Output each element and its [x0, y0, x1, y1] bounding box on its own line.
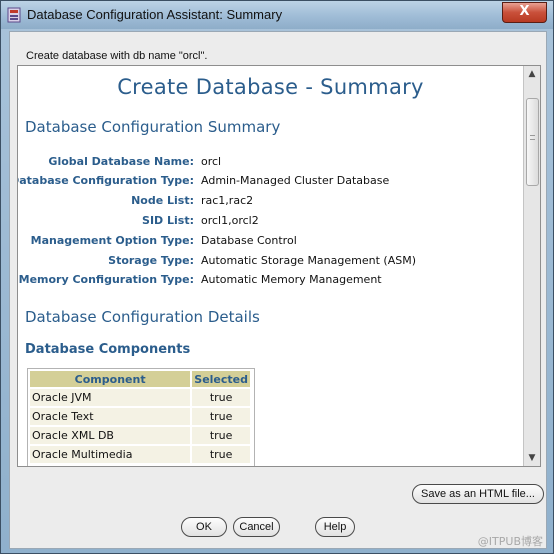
scroll-down-icon[interactable]: ▼	[526, 452, 538, 464]
component-cell: Oracle JVM	[30, 389, 191, 406]
table-row: Oracle JVM true	[30, 389, 250, 406]
field-label: Node List:	[131, 194, 194, 207]
help-button[interactable]: Help	[315, 517, 355, 537]
field-value: rac1,rac2	[201, 194, 254, 207]
selected-cell: true	[192, 408, 250, 425]
components-table: Component Selected Oracle JVM true Oracl…	[27, 368, 255, 466]
field-value: orcl1,orcl2	[201, 214, 259, 227]
database-app-icon	[7, 7, 21, 23]
field-value: Database Control	[201, 234, 297, 247]
summary-field: Node List: rac1,rac2	[18, 194, 523, 210]
title-bar[interactable]: Database Configuration Assistant: Summar…	[1, 1, 553, 29]
summary-field: Memory Configuration Type: Automatic Mem…	[18, 273, 523, 289]
field-label: SID List:	[142, 214, 194, 227]
column-header-selected: Selected	[192, 371, 250, 387]
page-title: Create Database - Summary	[117, 75, 424, 99]
column-header-component: Component	[30, 371, 191, 387]
dialog-body: Create database with db name "orcl". Cre…	[9, 31, 547, 549]
vertical-scrollbar[interactable]: ▲ ▼	[523, 66, 540, 466]
dialog-window: Database Configuration Assistant: Summar…	[0, 0, 554, 554]
window-title: Database Configuration Assistant: Summar…	[27, 7, 283, 22]
scroll-up-icon[interactable]: ▲	[526, 68, 538, 80]
field-label: Management Option Type:	[30, 234, 194, 247]
summary-field: SID List: orcl1,orcl2	[18, 214, 523, 230]
close-button[interactable]: X	[502, 2, 547, 23]
details-title: Database Configuration Details	[25, 308, 260, 326]
save-as-html-button[interactable]: Save as an HTML file...	[412, 484, 544, 504]
table-header-row: Component Selected	[30, 371, 250, 387]
field-label: Global Database Name:	[48, 155, 194, 168]
summary-scroll-pane[interactable]: Create Database - Summary Database Confi…	[17, 65, 541, 467]
field-label: Database Configuration Type:	[18, 174, 194, 187]
table-row: Oracle XML DB true	[30, 427, 250, 444]
table-row: Oracle Multimedia true	[30, 446, 250, 463]
summary-field: Storage Type: Automatic Storage Manageme…	[18, 254, 523, 270]
summary-content: Create Database - Summary Database Confi…	[18, 66, 523, 466]
selected-cell: true	[192, 389, 250, 406]
scrollbar-thumb[interactable]	[526, 98, 539, 186]
watermark-text: @ITPUB博客	[477, 535, 543, 548]
cancel-button[interactable]: Cancel	[233, 517, 280, 537]
status-message: Create database with db name "orcl".	[26, 50, 208, 62]
table-row: Oracle Text true	[30, 408, 250, 425]
selected-cell: true	[192, 446, 250, 463]
field-value: orcl	[201, 155, 222, 168]
component-cell: Oracle Multimedia	[30, 446, 191, 463]
field-value: Admin-Managed Cluster Database	[201, 174, 390, 187]
selected-cell: true	[192, 427, 250, 444]
field-label: Storage Type:	[108, 254, 194, 267]
field-value: Automatic Storage Management (ASM)	[201, 254, 416, 267]
ok-button[interactable]: OK	[181, 517, 227, 537]
component-cell: Oracle Text	[30, 408, 191, 425]
field-label: Memory Configuration Type:	[18, 273, 194, 286]
field-value: Automatic Memory Management	[201, 273, 382, 286]
section-title: Database Configuration Summary	[25, 118, 281, 136]
summary-field: Management Option Type: Database Control	[18, 234, 523, 250]
component-cell: Oracle XML DB	[30, 427, 191, 444]
components-title: Database Components	[25, 342, 191, 357]
summary-field: Global Database Name: orcl	[18, 155, 523, 171]
summary-field: Database Configuration Type: Admin-Manag…	[18, 174, 523, 190]
grip-icon	[530, 135, 535, 140]
